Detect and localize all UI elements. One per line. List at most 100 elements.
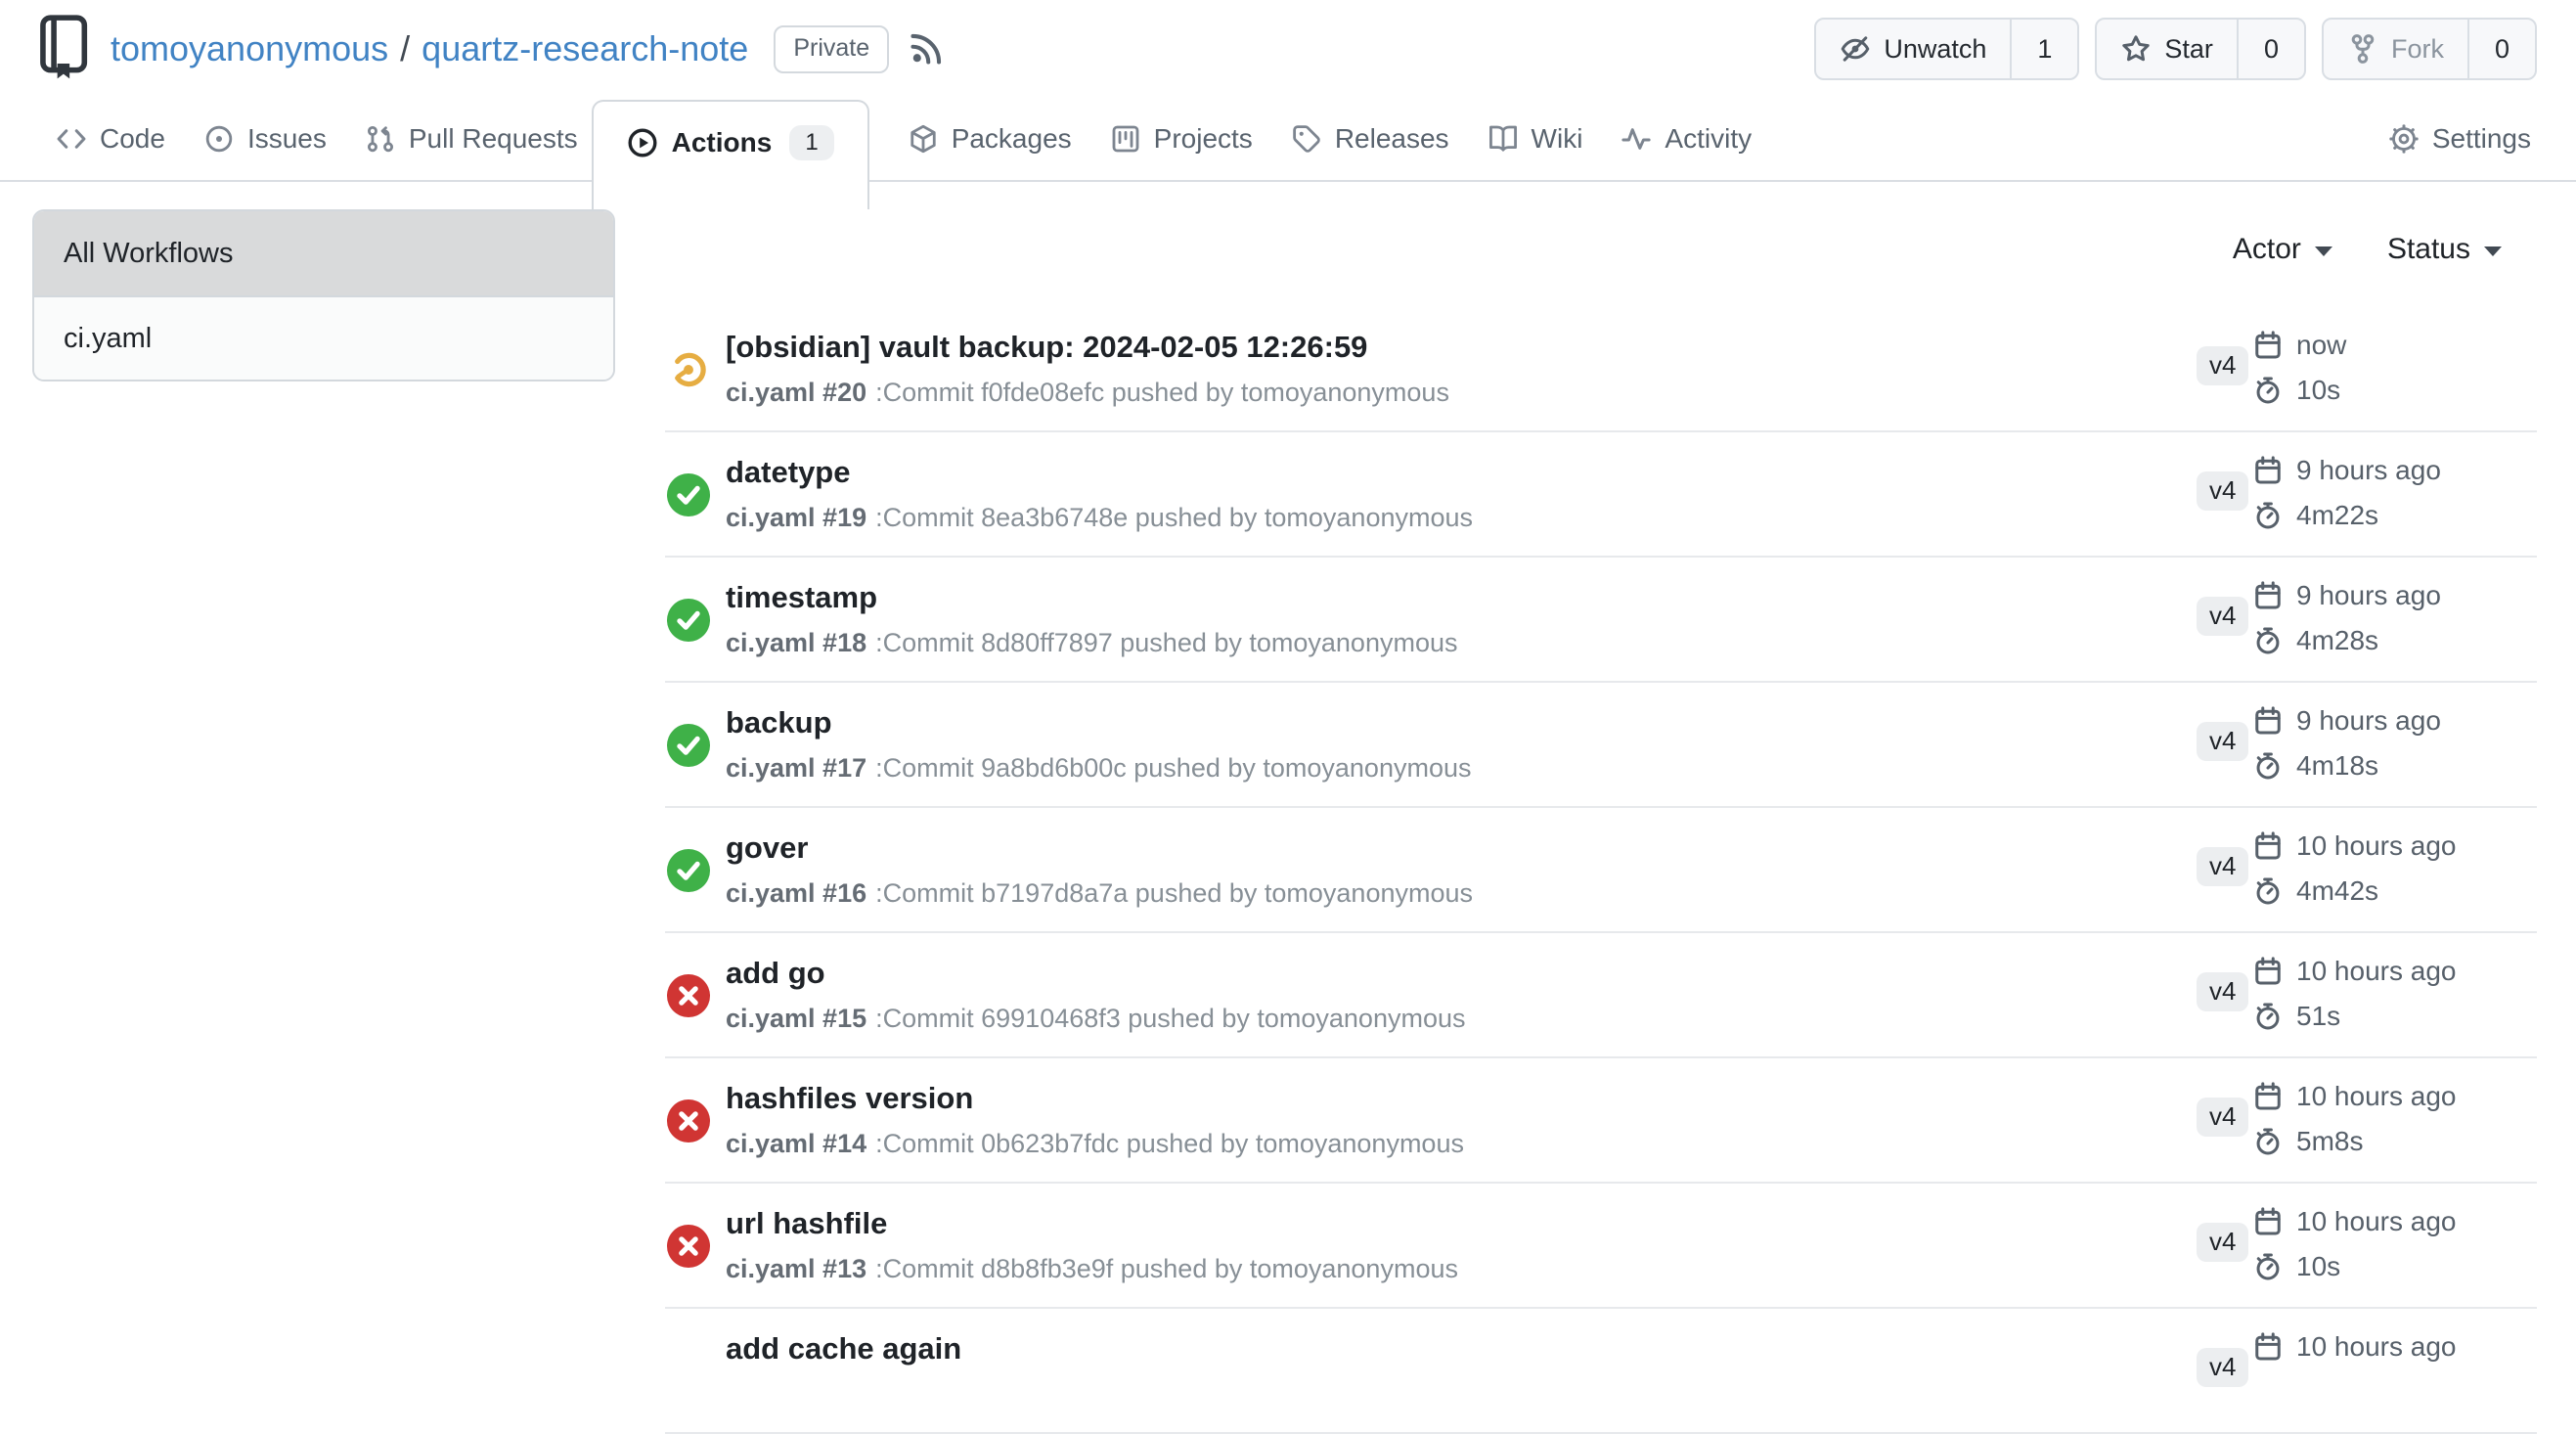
run-meta: 10 hours ago xyxy=(2253,1324,2456,1369)
tab-activity[interactable]: Activity xyxy=(1621,98,1752,180)
run-time-line: 9 hours ago xyxy=(2253,698,2441,743)
run-time-text: 9 hours ago xyxy=(2296,580,2441,611)
workflow-run-row: datetype ci.yaml #19:Commit 8ea3b6748e p… xyxy=(665,432,2537,558)
run-title-link[interactable]: [obsidian] vault backup: 2024-02-05 12:2… xyxy=(726,329,1367,366)
star-button[interactable]: Star xyxy=(2097,20,2237,78)
status-filter-dropdown[interactable]: Status xyxy=(2387,231,2502,268)
run-subtitle: ci.yaml #16:Commit b7197d8a7a pushed by … xyxy=(726,876,1473,910)
run-subtitle: ci.yaml #18 :Commit 8d80ff7897 pushed by … xyxy=(726,626,1457,659)
workflow-run-row: [obsidian] vault backup: 2024-02-05 12:2… xyxy=(665,307,2537,432)
calendar-icon xyxy=(2253,1207,2283,1236)
run-workflow-ref: ci.yaml #18 xyxy=(726,628,866,657)
sidebar-item-ci-yaml[interactable]: ci.yaml xyxy=(34,295,613,380)
tab-settings[interactable]: Settings xyxy=(2389,98,2531,180)
tab-wiki[interactable]: Wiki xyxy=(1488,98,1583,180)
repo-header: tomoyanonymous / quartz-research-note Pr… xyxy=(0,0,2576,90)
book-icon xyxy=(1488,124,1518,154)
run-commit-text: :Commit f0fde08efc pushed by tomoyanonym… xyxy=(875,378,1449,407)
workflow-run-row: gover ci.yaml #16:Commit b7197d8a7a push… xyxy=(665,808,2537,933)
runner-version-badge: v4 xyxy=(2197,1223,2248,1262)
unwatch-button[interactable]: Unwatch xyxy=(1816,20,2010,78)
fork-count[interactable]: 0 xyxy=(2467,20,2535,78)
tab-actions[interactable]: Actions 1 xyxy=(592,100,869,209)
star-button-group: Star 0 xyxy=(2095,18,2306,80)
run-subtitle: ci.yaml #13:Commit d8b8fb3e9f pushed by … xyxy=(726,1252,1458,1285)
tab-pull-requests[interactable]: Pull Requests xyxy=(366,98,578,180)
watch-count[interactable]: 1 xyxy=(2010,20,2077,78)
run-meta: 9 hours ago 4m18s xyxy=(2253,698,2441,788)
runner-version-badge: v4 xyxy=(2197,597,2248,636)
repo-name-link[interactable]: quartz-research-note xyxy=(422,28,748,69)
calendar-icon xyxy=(2253,331,2283,360)
calendar-icon xyxy=(2253,581,2283,610)
run-status-icon xyxy=(667,974,710,1017)
run-time-line: 10 hours ago xyxy=(2253,1199,2456,1244)
runner-version-badge: v4 xyxy=(2197,1348,2248,1387)
run-commit-text: :Commit 0b623b7fdc pushed by tomoyanonym… xyxy=(875,1129,1464,1158)
run-subtitle: ci.yaml #15:Commit 69910468f3 pushed by … xyxy=(726,1002,1466,1035)
tab-packages[interactable]: Packages xyxy=(909,98,1072,180)
run-title-link[interactable]: timestamp xyxy=(726,579,877,616)
run-duration-text: 4m42s xyxy=(2296,875,2378,907)
run-title-link[interactable]: datetype xyxy=(726,454,850,491)
run-meta: 10 hours ago 51s xyxy=(2253,949,2456,1039)
workflows-sidebar: All Workflows ci.yaml xyxy=(32,209,615,381)
fork-button[interactable]: Fork xyxy=(2324,20,2467,78)
chevron-down-icon xyxy=(2484,246,2502,256)
run-duration-line: 10s xyxy=(2253,1244,2456,1289)
run-time-line: 10 hours ago xyxy=(2253,1074,2456,1119)
repo-book-icon xyxy=(34,14,91,85)
run-workflow-ref: ci.yaml #14 xyxy=(726,1129,866,1158)
run-time-text: 9 hours ago xyxy=(2296,455,2441,486)
run-title-link[interactable]: url hashfile xyxy=(726,1205,887,1242)
run-workflow-ref: ci.yaml #20 xyxy=(726,378,866,407)
run-time-text: 9 hours ago xyxy=(2296,705,2441,737)
run-commit-text: :Commit 8d80ff7897 pushed by tomoyanonym… xyxy=(875,628,1457,657)
tab-projects[interactable]: Projects xyxy=(1111,98,1253,180)
sidebar-item-all-workflows[interactable]: All Workflows xyxy=(34,211,613,295)
run-title-link[interactable]: add go xyxy=(726,955,825,992)
run-duration-text: 4m22s xyxy=(2296,500,2378,531)
run-time-line: 10 hours ago xyxy=(2253,1324,2456,1369)
run-status-icon xyxy=(667,849,710,892)
workflow-run-list: [obsidian] vault backup: 2024-02-05 12:2… xyxy=(665,307,2537,1434)
workflow-run-row: add go ci.yaml #15:Commit 69910468f3 pus… xyxy=(665,933,2537,1058)
run-status-icon xyxy=(667,473,710,516)
calendar-icon xyxy=(2253,456,2283,485)
workflow-run-row: timestamp ci.yaml #18 :Commit 8d80ff7897 … xyxy=(665,558,2537,683)
run-duration-text: 5m8s xyxy=(2296,1126,2363,1157)
run-time-text: 10 hours ago xyxy=(2296,830,2456,862)
run-workflow-ref: ci.yaml #17 xyxy=(726,753,866,783)
run-commit-text: :Commit 8ea3b6748e pushed by tomoyanonym… xyxy=(875,503,1473,532)
calendar-icon xyxy=(2253,1082,2283,1111)
runner-version-badge: v4 xyxy=(2197,722,2248,761)
tab-issues[interactable]: Issues xyxy=(204,98,327,180)
visibility-badge: Private xyxy=(774,25,889,73)
run-meta: 9 hours ago 4m28s xyxy=(2253,573,2441,663)
repo-tabnav: Code Issues Pull Requests xyxy=(0,98,2576,209)
run-time-text: 10 hours ago xyxy=(2296,1331,2456,1363)
run-title-link[interactable]: backup xyxy=(726,704,832,741)
repo-owner-link[interactable]: tomoyanonymous xyxy=(111,28,388,69)
run-title-link[interactable]: gover xyxy=(726,829,808,867)
star-icon xyxy=(2120,33,2152,65)
watch-button-group: Unwatch 1 xyxy=(1814,18,2079,80)
star-count[interactable]: 0 xyxy=(2237,20,2304,78)
run-duration-line: 10s xyxy=(2253,368,2346,413)
tab-releases[interactable]: Releases xyxy=(1292,98,1449,180)
runner-version-badge: v4 xyxy=(2197,471,2248,511)
chevron-down-icon xyxy=(2315,246,2332,256)
repo-separator: / xyxy=(400,28,410,69)
tabnav-border xyxy=(0,180,2576,182)
run-commit-text: :Commit 9a8bd6b00c pushed by tomoyanonym… xyxy=(875,753,1471,783)
runner-version-badge: v4 xyxy=(2197,1098,2248,1137)
actor-filter-dropdown[interactable]: Actor xyxy=(2233,231,2332,268)
gear-icon xyxy=(2389,124,2419,154)
run-time-text: 10 hours ago xyxy=(2296,1206,2456,1237)
run-workflow-ref: ci.yaml #16 xyxy=(726,878,866,908)
tab-code[interactable]: Code xyxy=(57,98,165,180)
run-title-link[interactable]: add cache again xyxy=(726,1330,961,1367)
run-title-link[interactable]: hashfiles version xyxy=(726,1080,973,1117)
run-time-line: now xyxy=(2253,323,2346,368)
rss-feed-icon[interactable] xyxy=(909,31,944,67)
